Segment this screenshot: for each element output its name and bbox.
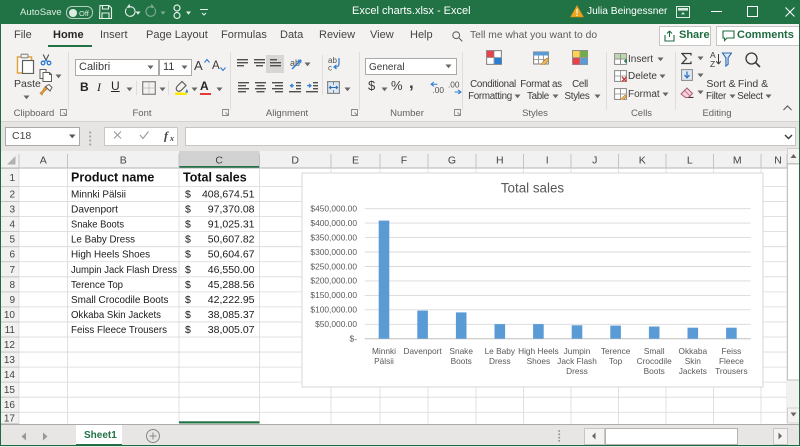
svg-text:12: 12 [4,340,16,351]
svg-text:408,674.51: 408,674.51 [202,189,255,201]
svg-text:50,604.67: 50,604.67 [208,249,255,261]
svg-text:L: L [687,155,693,167]
svg-text:3: 3 [9,205,15,216]
svg-text:Okkaba: Okkaba [679,346,708,356]
svg-text:$: $ [185,264,191,276]
svg-text:Trousers: Trousers [715,366,747,376]
svg-text:97,370.08: 97,370.08 [208,204,255,216]
svg-text:Davenport: Davenport [403,346,442,356]
svg-text:50,607.82: 50,607.82 [208,234,255,246]
svg-text:Top: Top [609,356,623,366]
svg-text:38,005.07: 38,005.07 [208,324,255,336]
svg-text:Boots: Boots [644,366,665,376]
svg-text:B: B [120,155,127,167]
svg-text:High Heels: High Heels [518,346,559,356]
svg-text:$: $ [185,219,191,231]
svg-text:Pälsii: Pälsii [374,356,394,366]
svg-text:$: $ [185,309,191,321]
svg-text:$250,000.00: $250,000.00 [310,261,357,271]
svg-text:K: K [639,155,646,167]
svg-text:$200,000.00: $200,000.00 [310,276,357,286]
svg-text:Jack Flash: Jack Flash [557,356,597,366]
svg-text:$: $ [185,279,191,291]
svg-text:Terence: Terence [601,346,631,356]
svg-text:Dress: Dress [566,366,588,376]
svg-text:Crocodile: Crocodile [637,356,672,366]
svg-text:14: 14 [4,370,16,381]
svg-text:8: 8 [9,280,15,291]
svg-text:G: G [448,155,456,167]
svg-text:Le Baby: Le Baby [485,346,516,356]
svg-text:Skin: Skin [685,356,702,366]
svg-text:16: 16 [4,400,16,411]
svg-text:C: C [215,155,223,167]
svg-text:9: 9 [9,295,15,306]
svg-text:Jumpin Jack Flash Dress: Jumpin Jack Flash Dress [71,265,177,276]
svg-text:Minnki: Minnki [372,346,396,356]
svg-text:$-: $- [350,334,358,344]
svg-text:$450,000.00: $450,000.00 [310,204,357,214]
svg-text:91,025.31: 91,025.31 [208,219,255,231]
svg-text:38,085.37: 38,085.37 [208,309,255,321]
svg-text:$300,000.00: $300,000.00 [310,247,357,257]
svg-text:Total sales: Total sales [501,181,565,196]
svg-text:Small Crocodile Boots: Small Crocodile Boots [71,295,169,306]
svg-text:1: 1 [9,173,15,184]
svg-text:Snake Boots: Snake Boots [71,220,124,231]
svg-text:$100,000.00: $100,000.00 [310,305,357,315]
svg-text:J: J [592,155,597,167]
svg-text:A: A [40,155,47,167]
svg-text:Okkaba Skin Jackets: Okkaba Skin Jackets [71,310,161,321]
svg-text:Fleece: Fleece [719,356,744,366]
svg-text:$: $ [185,249,191,261]
svg-text:$: $ [185,189,191,201]
svg-text:Boots: Boots [451,356,472,366]
svg-text:M: M [733,155,742,167]
svg-text:F: F [401,155,407,167]
svg-text:Total sales: Total sales [183,171,247,185]
svg-text:Terence Top: Terence Top [71,280,123,291]
svg-text:2: 2 [9,190,15,201]
svg-text:7: 7 [9,265,15,276]
svg-text:$: $ [185,234,191,246]
svg-text:$150,000.00: $150,000.00 [310,290,357,300]
svg-text:$: $ [185,324,191,336]
svg-text:$50,000.00: $50,000.00 [315,319,357,329]
svg-text:Feiss Fleece Trousers: Feiss Fleece Trousers [71,325,167,336]
svg-text:15: 15 [4,385,16,396]
svg-text:Le Baby Dress: Le Baby Dress [71,235,135,246]
svg-text:Shoes: Shoes [527,356,551,366]
svg-text:Snake: Snake [449,346,473,356]
svg-text:I: I [546,155,549,167]
svg-text:4: 4 [9,220,15,231]
svg-text:42,222.95: 42,222.95 [208,294,255,306]
svg-text:$350,000.00: $350,000.00 [310,232,357,242]
svg-text:11: 11 [5,325,16,336]
svg-text:17: 17 [4,413,16,424]
svg-text:Small: Small [644,346,665,356]
svg-text:$: $ [185,294,191,306]
svg-text:Feiss: Feiss [721,346,741,356]
svg-text:$: $ [185,204,191,216]
svg-text:E: E [352,155,359,167]
svg-text:13: 13 [4,355,16,366]
svg-text:5: 5 [9,235,15,246]
svg-text:Davenport: Davenport [71,205,118,216]
svg-text:6: 6 [9,250,15,261]
svg-text:46,550.00: 46,550.00 [208,264,255,276]
svg-text:45,288.56: 45,288.56 [208,279,255,291]
svg-text:D: D [291,155,299,167]
svg-text:Jackets: Jackets [679,366,707,376]
svg-text:High Heels Shoes: High Heels Shoes [71,250,150,261]
svg-text:Minnki Pälsii: Minnki Pälsii [71,190,126,201]
svg-text:N: N [774,155,782,167]
svg-text:10: 10 [4,310,16,321]
svg-text:H: H [496,155,504,167]
svg-text:Dress: Dress [489,356,511,366]
svg-text:Product name: Product name [71,171,154,185]
svg-text:Jumpin: Jumpin [564,346,591,356]
svg-text:$400,000.00: $400,000.00 [310,218,357,228]
